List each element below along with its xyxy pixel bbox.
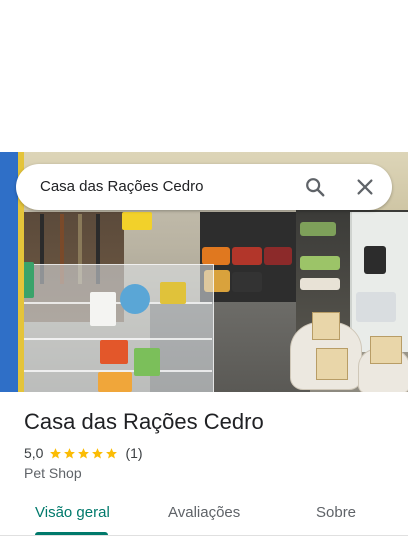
search-bar[interactable]: Casa das Rações Cedro	[16, 164, 392, 210]
photo-feed-bag	[232, 272, 262, 292]
star-rating	[49, 447, 119, 460]
photo-product	[134, 348, 160, 376]
blank-map-area	[0, 0, 408, 152]
photo-product	[160, 282, 186, 304]
photo-product	[120, 284, 150, 314]
photo-white-shelf	[350, 212, 408, 352]
tab-bar: Visão geral Avaliações Sobre	[0, 492, 408, 538]
star-icon	[92, 447, 104, 458]
photo-product	[300, 256, 340, 270]
close-icon[interactable]	[354, 176, 376, 198]
star-icon	[78, 447, 90, 458]
place-category[interactable]: Pet Shop	[24, 465, 82, 481]
photo-price-sign	[312, 312, 340, 340]
photo-feed-bag	[232, 247, 262, 265]
star-icon	[50, 447, 62, 458]
photo-product	[364, 246, 386, 274]
photo-product	[356, 292, 396, 322]
photo-product	[90, 292, 116, 326]
place-title: Casa das Rações Cedro	[24, 409, 264, 434]
star-icon	[64, 447, 76, 458]
photo-product	[300, 222, 336, 236]
photo-feed-bag	[264, 247, 292, 265]
tab-reviews[interactable]: Avaliações	[168, 504, 240, 521]
photo-product	[100, 340, 128, 364]
photo-price-sign	[370, 336, 402, 364]
star-icon	[106, 447, 118, 458]
tab-divider	[0, 535, 408, 536]
search-icon[interactable]	[304, 176, 326, 198]
tab-about[interactable]: Sobre	[316, 504, 356, 521]
search-query-text[interactable]: Casa das Rações Cedro	[40, 178, 203, 195]
rating-value: 5,0	[24, 445, 44, 461]
tab-overview[interactable]: Visão geral	[35, 504, 110, 521]
photo-product	[98, 372, 132, 392]
photo-product	[300, 278, 340, 290]
photo-price-sign	[316, 348, 348, 380]
photo-feed-bag	[202, 247, 230, 265]
review-count[interactable]: (1)	[125, 445, 142, 461]
photo-product	[122, 212, 152, 230]
rating-row[interactable]: 5,0 (1)	[24, 444, 143, 462]
